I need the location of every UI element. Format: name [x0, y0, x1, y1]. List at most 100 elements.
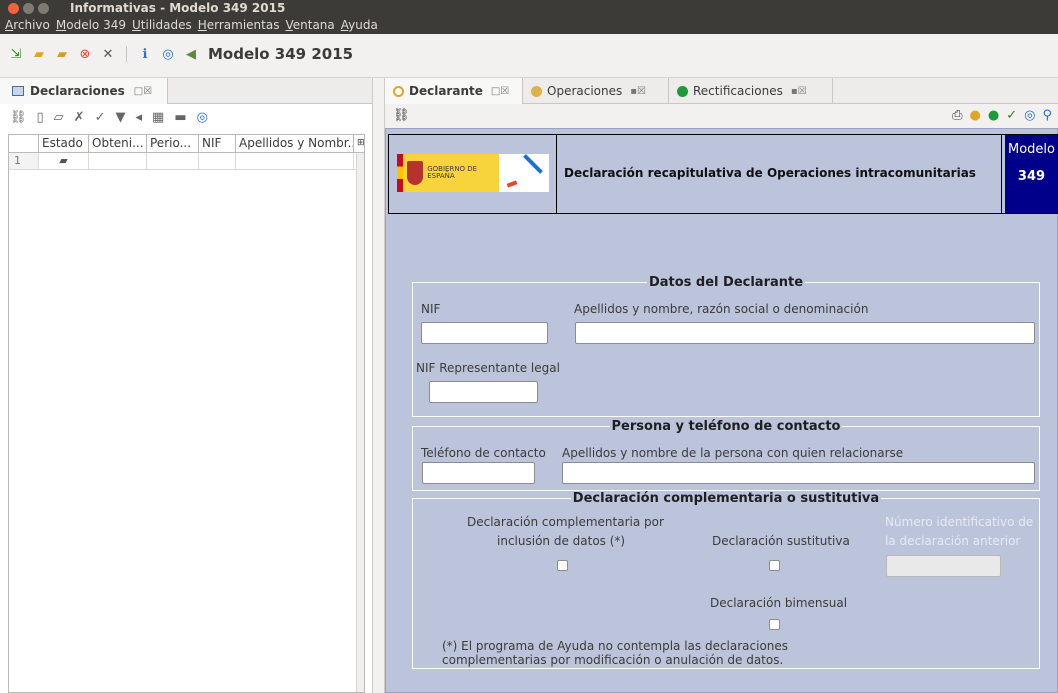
numero-anterior-label: Número identificativo de — [885, 515, 1034, 529]
tab-controls-icon[interactable]: □☒ — [134, 86, 152, 97]
nif-label: NIF — [421, 302, 441, 316]
minus-icon[interactable]: ▬ — [174, 110, 186, 125]
tab-controls-icon[interactable]: □☒ — [491, 86, 509, 97]
grid-icon[interactable]: ▦ — [152, 110, 164, 125]
tools-icon[interactable]: ✕ — [100, 47, 116, 62]
help-icon[interactable]: ◎ — [1024, 108, 1035, 123]
close-icon[interactable]: ⊗ — [77, 47, 93, 62]
open-icon[interactable]: ▱ — [54, 110, 64, 125]
persona-input[interactable] — [562, 462, 1035, 484]
row-number-header — [9, 135, 39, 152]
panel-splitter[interactable] — [373, 78, 385, 693]
form-title: Declaración recapitulativa de Operacione… — [564, 166, 976, 180]
table-cell[interactable] — [199, 153, 236, 169]
rectificaciones-icon — [677, 85, 688, 97]
menu-ventana[interactable]: Ventana — [285, 17, 334, 34]
main-toolbar: ⇲ ▰ ▰ ⊗ ✕ ℹ ◎ ◀ Modelo 349 2015 — [0, 34, 1058, 78]
section-legend: Datos del Declarante — [648, 275, 804, 290]
declaraciones-toolbar: ⛓ ▯ ▱ ✗ ✓ ▼ ◂ ▦ ▬ ◎ — [0, 104, 372, 130]
menu-ayuda[interactable]: Ayuda — [341, 17, 378, 34]
tab-controls-icon[interactable]: ▪☒ — [630, 86, 646, 97]
delete-icon[interactable]: ✗ — [74, 110, 85, 125]
table-cell[interactable] — [236, 153, 354, 169]
tab-declarante[interactable]: Declarante □☒ — [385, 78, 523, 104]
menu-modelo-349[interactable]: Modelo 349 — [56, 17, 126, 34]
sustitutiva-label: Declaración sustitutiva — [712, 534, 850, 548]
menu-utilidades[interactable]: Utilidades — [132, 17, 192, 34]
modelo-badge: Modelo 349 — [1005, 135, 1058, 213]
open-folder-icon[interactable]: ▰ — [54, 47, 70, 62]
column-header[interactable]: Obteni... — [89, 135, 147, 152]
section-legend: Declaración complementaria o sustitutiva — [572, 491, 880, 506]
title-bar: Informativas - Modelo 349 2015 — [0, 0, 1058, 17]
ayuda-note-line2: complementarias por modificación o anula… — [442, 653, 784, 667]
modelo-badge-label: Modelo — [1008, 142, 1055, 157]
declarante-icon — [393, 85, 404, 97]
print-icon[interactable]: ⎙ — [952, 108, 962, 123]
table-cell[interactable] — [89, 153, 147, 169]
help-icon[interactable]: ◎ — [197, 110, 208, 125]
numero-anterior-label-line2: la declaración anterior — [885, 534, 1021, 548]
table-cell[interactable] — [147, 153, 199, 169]
minimize-window-button[interactable] — [23, 3, 34, 14]
toolbar-separator — [126, 46, 127, 62]
menu-archivo[interactable]: Archivo — [5, 17, 50, 34]
column-header[interactable]: NIF — [199, 135, 236, 152]
tab-rectificaciones[interactable]: Rectificaciones ▪☒ — [669, 78, 833, 104]
telefono-input[interactable] — [422, 462, 535, 484]
status-icon[interactable]: ● — [988, 108, 999, 123]
menu-herramientas[interactable]: Herramientas — [198, 17, 280, 34]
coat-of-arms-icon — [407, 161, 424, 185]
info-icon[interactable]: ℹ — [137, 47, 153, 62]
editor-toolbar: ⛓ ⎙ ● ● ✓ ◎ ⚲ — [385, 104, 1058, 128]
tree-icon[interactable]: ⛓ — [10, 110, 27, 125]
folder-icon[interactable]: ▰ — [39, 153, 89, 169]
bimensual-label: Declaración bimensual — [710, 596, 848, 610]
comment-icon[interactable]: ▼ — [115, 110, 125, 125]
column-header[interactable]: Perio... — [147, 135, 199, 152]
row-number: 1 — [9, 153, 39, 169]
ayuda-note: (*) El programa de Ayuda no contempla la… — [442, 639, 789, 653]
nif-representante-label: NIF Representante legal — [416, 361, 560, 375]
search-icon[interactable]: ⚲ — [1042, 108, 1052, 123]
validate-icon[interactable]: ✓ — [1006, 108, 1017, 123]
tab-declaraciones[interactable]: Declaraciones □☒ — [0, 78, 168, 104]
modelo-badge-number: 349 — [1017, 169, 1046, 184]
column-chooser-icon[interactable]: ⊞ — [354, 135, 364, 152]
import-icon[interactable]: ⇲ — [8, 47, 24, 62]
column-header[interactable]: Apellidos y Nombr... — [236, 135, 354, 152]
modelo-label: Modelo 349 2015 — [208, 45, 354, 63]
new-document-icon[interactable]: ▯ — [37, 110, 44, 125]
vertical-scrollbar[interactable] — [356, 153, 364, 692]
persona-label: Apellidos y nombre de la persona con qui… — [562, 446, 904, 460]
sustitutiva-checkbox[interactable] — [769, 560, 780, 571]
operaciones-icon — [531, 85, 542, 97]
complementaria-checkbox[interactable] — [557, 560, 568, 571]
tab-controls-icon[interactable]: ▪☒ — [791, 86, 807, 97]
tab-operaciones[interactable]: Operaciones ▪☒ — [523, 78, 669, 104]
bimensual-checkbox[interactable] — [769, 619, 780, 630]
table-row[interactable]: 1 ▰ — [9, 153, 364, 170]
maximize-window-button[interactable] — [38, 3, 49, 14]
export-icon[interactable]: ◂ — [135, 110, 142, 125]
form-header: GOBIERNO DE ESPAÑA Declaración recapitul… — [388, 134, 1058, 214]
validate-icon[interactable]: ✓ — [95, 110, 106, 125]
telefono-label: Teléfono de contacto — [421, 446, 546, 460]
nombre-input[interactable] — [575, 322, 1035, 344]
tree-icon[interactable]: ⛓ — [393, 108, 410, 123]
nif-input[interactable] — [421, 322, 548, 344]
declarante-form: GOBIERNO DE ESPAÑA Declaración recapitul… — [385, 128, 1058, 693]
aeat-logo — [499, 154, 549, 192]
calc-icon[interactable]: ● — [970, 108, 981, 123]
help-icon[interactable]: ◎ — [160, 47, 176, 62]
close-window-button[interactable] — [8, 3, 19, 14]
declaraciones-table: Estado Obteni... Perio... NIF Apellidos … — [8, 134, 365, 693]
complementaria-label-line2: inclusión de datos (*) — [497, 534, 626, 548]
new-folder-icon[interactable]: ▰ — [31, 47, 47, 62]
numero-anterior-input[interactable] — [886, 555, 1001, 577]
nif-representante-input[interactable] — [429, 381, 538, 403]
column-header[interactable]: Estado — [39, 135, 89, 152]
nombre-label: Apellidos y nombre, razón social o denom… — [574, 302, 869, 316]
declaraciones-panel: Declaraciones □☒ ⛓ ▯ ▱ ✗ ✓ ▼ ◂ ▦ ▬ ◎ Est… — [0, 78, 373, 693]
menu-bar: Archivo Modelo 349 Utilidades Herramient… — [0, 17, 1058, 34]
